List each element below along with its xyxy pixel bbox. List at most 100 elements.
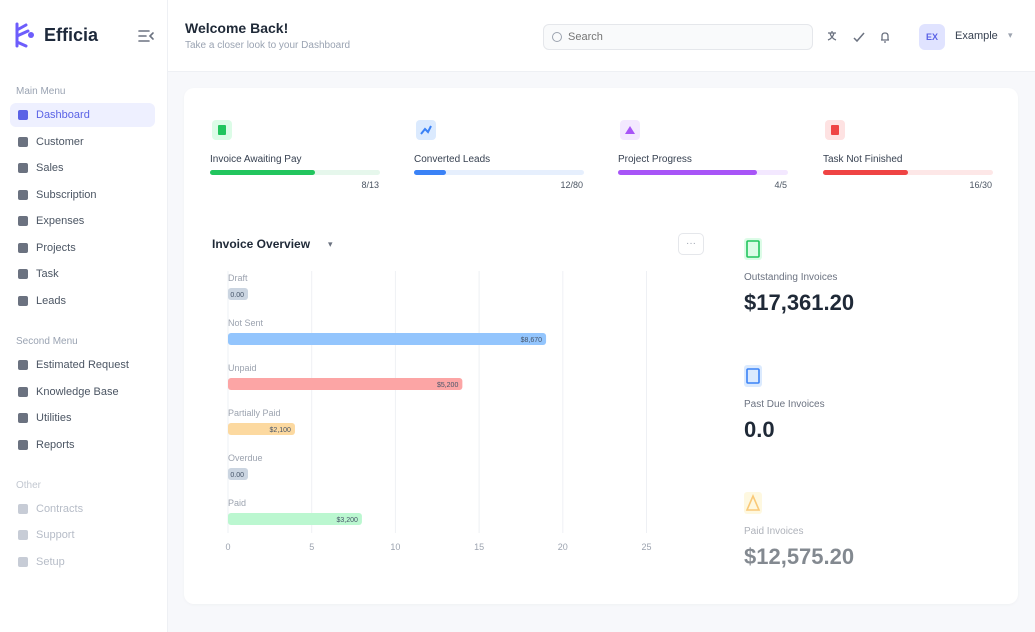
sidebar: Efficia Main Menu Dashboard Customer Sal… — [0, 0, 168, 632]
sidebar-item-projects[interactable]: Projects — [10, 236, 155, 260]
sidebar-item-reports[interactable]: Reports — [10, 433, 155, 457]
progress-track — [823, 170, 993, 175]
summary-label: Paid Invoices — [744, 526, 804, 537]
progress-track — [618, 170, 788, 175]
leads-icon — [18, 296, 28, 306]
brand-name: Efficia — [44, 24, 99, 45]
calendar-icon — [744, 365, 762, 387]
stat-card-converted-leads: Converted Leads 12/80 — [404, 106, 587, 201]
outstanding-invoices-card: Outstanding Invoices $17,361.20 — [730, 228, 1000, 343]
contract-icon — [18, 504, 28, 514]
search-input[interactable] — [568, 31, 798, 43]
page-subtitle: Take a closer look to your Dashboard — [185, 40, 351, 51]
stat-card-invoice-awaiting: Invoice Awaiting Pay 8/13 — [200, 106, 383, 201]
x-tick-label: 15 — [474, 542, 484, 552]
category-label: Not Sent — [228, 318, 264, 328]
sidebar-item-contracts[interactable]: Contracts — [10, 497, 155, 521]
x-tick-label: 25 — [642, 542, 652, 552]
utilities-icon — [18, 413, 28, 423]
progress-fill — [414, 170, 447, 175]
receipt-icon — [744, 492, 762, 514]
bar-value-label: $2,100 — [270, 427, 292, 434]
sidebar-item-expenses[interactable]: Expenses — [10, 209, 155, 233]
x-tick-label: 10 — [390, 542, 400, 552]
sidebar-item-knowledge-base[interactable]: Knowledge Base — [10, 380, 155, 404]
bar — [228, 333, 547, 345]
summary-value: $12,575.20 — [744, 544, 855, 569]
sidebar-item-setup[interactable]: Setup — [10, 550, 155, 574]
progress-fill — [618, 170, 758, 175]
user-name[interactable]: Example — [955, 30, 998, 42]
top-header: Welcome Back! Take a closer look to your… — [168, 0, 1035, 72]
summary-label: Outstanding Invoices — [744, 272, 838, 283]
setup-icon — [18, 557, 28, 567]
chevron-down-icon[interactable]: ▾ — [1008, 30, 1013, 41]
bar-value-label: $3,200 — [337, 517, 359, 524]
leads-chart-icon — [416, 120, 436, 140]
x-tick-label: 5 — [309, 542, 314, 552]
past-due-invoices-card: Past Due Invoices 0.0 — [730, 355, 1000, 470]
stat-label: Invoice Awaiting Pay — [210, 154, 302, 165]
chevron-down-icon[interactable]: ▾ — [328, 239, 333, 250]
progress-fill — [210, 170, 316, 175]
stat-value: 16/30 — [969, 180, 992, 190]
paid-invoices-card: Paid Invoices $12,575.20 — [730, 482, 1000, 597]
category-label: Unpaid — [228, 363, 257, 373]
stat-value: 4/5 — [774, 180, 787, 190]
sidebar-item-sales[interactable]: Sales — [10, 156, 155, 180]
search-box[interactable] — [543, 24, 813, 50]
sales-icon — [18, 163, 28, 173]
stat-value: 12/80 — [560, 180, 583, 190]
sidebar-item-support[interactable]: Support — [10, 523, 155, 547]
check-icon[interactable] — [852, 30, 866, 44]
chart-title[interactable]: Invoice Overview — [212, 237, 310, 251]
bar-value-label: $8,670 — [521, 337, 543, 344]
stat-label: Converted Leads — [414, 154, 491, 165]
page-title: Welcome Back! — [185, 20, 289, 36]
task-icon — [825, 120, 845, 140]
category-label: Overdue — [228, 453, 263, 463]
sidebar-item-estimated-request[interactable]: Estimated Request — [10, 353, 155, 377]
sidebar-item-customer[interactable]: Customer — [10, 130, 155, 154]
customer-icon — [18, 137, 28, 147]
brand-logo[interactable]: Efficia — [14, 22, 98, 48]
app-root: Efficia Main Menu Dashboard Customer Sal… — [0, 0, 1035, 632]
summary-label: Past Due Invoices — [744, 399, 825, 410]
stat-label: Task Not Finished — [823, 154, 903, 165]
main-menu-title: Main Menu — [16, 86, 66, 97]
project-icon — [620, 120, 640, 140]
estimate-icon — [18, 360, 28, 370]
invoice-bar-chart: 0 5 10 15 20 25 Draft 0.00 Not Sent $8,670 Unpaid $… — [225, 271, 652, 552]
task-icon — [18, 269, 28, 279]
translate-icon[interactable] — [826, 30, 840, 44]
subscription-icon — [18, 190, 28, 200]
projects-icon — [18, 243, 28, 253]
book-icon — [18, 387, 28, 397]
more-options-button[interactable]: ··· — [678, 233, 704, 255]
avatar[interactable]: EX — [919, 24, 945, 50]
bar-value-label: 0.00 — [230, 472, 244, 479]
search-icon — [552, 32, 562, 42]
sidebar-item-task[interactable]: Task — [10, 262, 155, 286]
stat-label: Project Progress — [618, 154, 692, 165]
invoice-icon — [744, 238, 762, 260]
other-menu-title: Other — [16, 480, 42, 491]
summary-value: 0.0 — [744, 417, 775, 442]
bell-icon[interactable] — [878, 30, 892, 44]
invoice-icon — [212, 120, 232, 140]
x-tick-label: 20 — [558, 542, 568, 552]
logo-icon — [14, 22, 36, 48]
sidebar-item-subscription[interactable]: Subscription — [10, 183, 155, 207]
stat-value: 8/13 — [361, 180, 379, 190]
sidebar-collapse-icon[interactable] — [137, 28, 155, 44]
category-label: Draft — [228, 273, 248, 283]
progress-track — [210, 170, 380, 175]
sidebar-item-utilities[interactable]: Utilities — [10, 406, 155, 430]
bar — [228, 378, 463, 390]
category-label: Partially Paid — [228, 408, 281, 418]
sidebar-item-leads[interactable]: Leads — [10, 289, 155, 313]
sidebar-item-dashboard[interactable]: Dashboard — [10, 103, 155, 127]
dashboard-icon — [18, 110, 28, 120]
second-menu-title: Second Menu — [16, 336, 78, 347]
summary-value: $17,361.20 — [744, 290, 855, 315]
